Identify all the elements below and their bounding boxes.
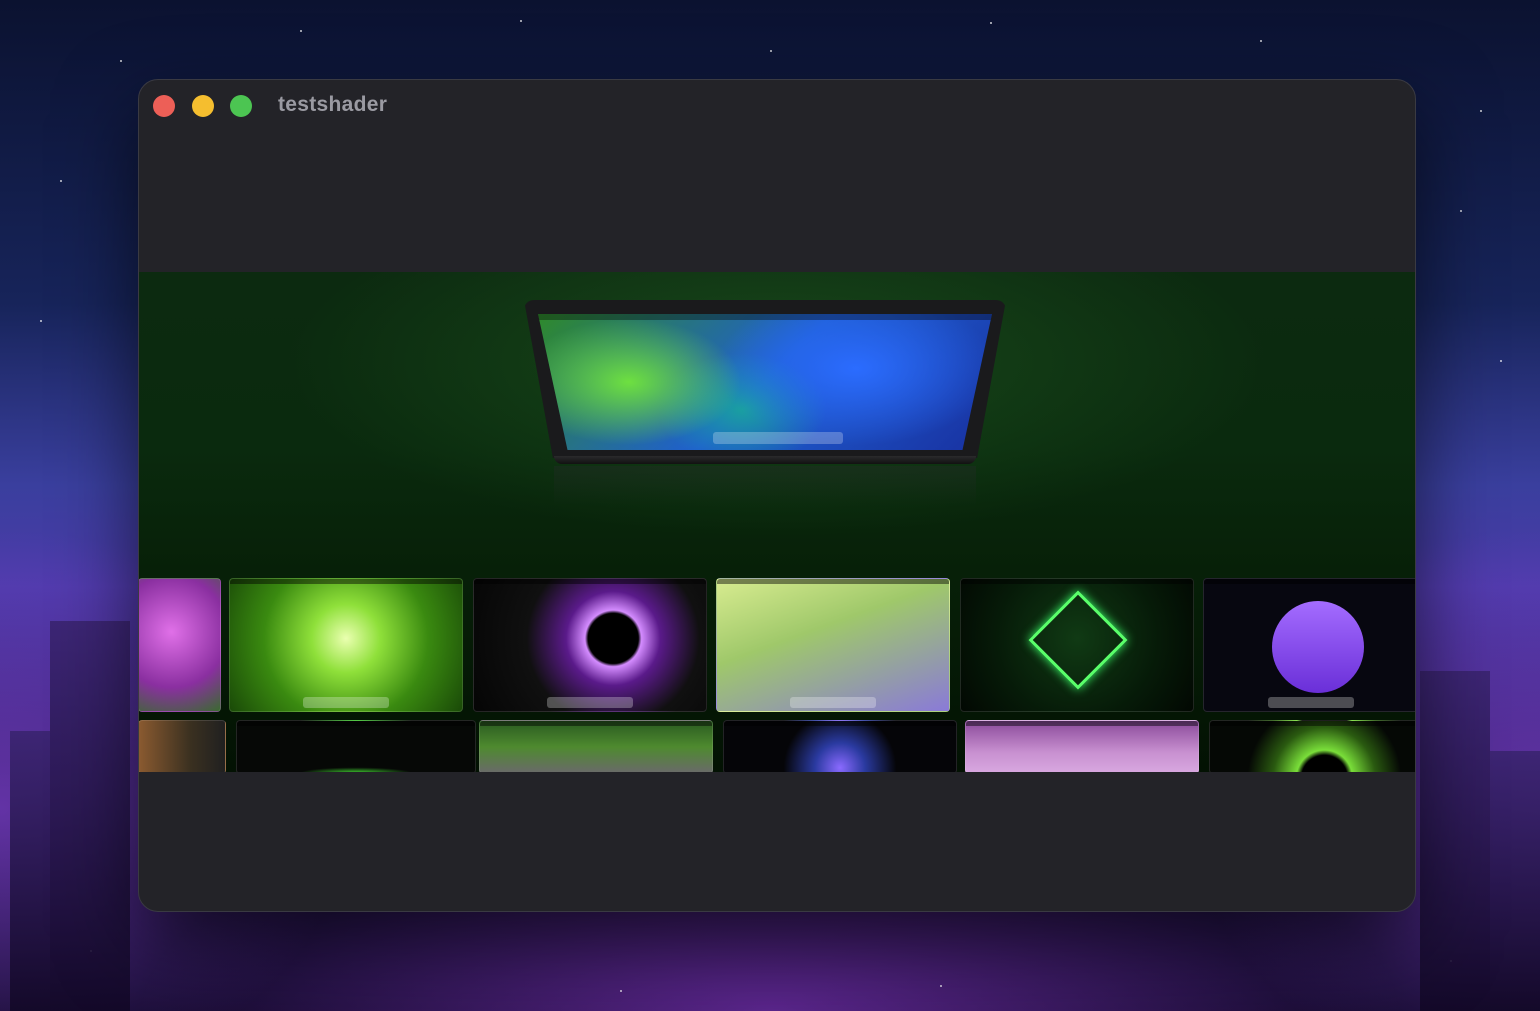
- laptop-reflection: [554, 466, 976, 506]
- thumbnail-green-eye-iris[interactable]: [1209, 720, 1415, 772]
- mini-dock: [1268, 697, 1354, 708]
- zoom-button[interactable]: [230, 95, 252, 117]
- city-building-right-2: [1490, 751, 1540, 1011]
- neon-diamond-shape: [1028, 590, 1128, 690]
- thumbnail-green-tunnel-light[interactable]: [229, 578, 463, 712]
- thumbnail-green-clouds[interactable]: [479, 720, 713, 772]
- laptop-screen-wallpaper: [538, 314, 992, 450]
- close-button[interactable]: [153, 95, 175, 117]
- titlebar[interactable]: testshader: [139, 80, 1415, 132]
- thumbnail-green-horizon[interactable]: [236, 720, 476, 772]
- preview-menubar: [538, 314, 992, 320]
- window-title: testshader: [278, 93, 388, 116]
- wallpaper-thumbnail-grid: [139, 578, 1415, 772]
- thumbnail-lime-abstract-geometry[interactable]: [716, 578, 950, 712]
- laptop-preview: [524, 300, 1008, 506]
- mini-dock: [303, 697, 389, 708]
- thumbnail-brown-fish[interactable]: [139, 720, 226, 772]
- thumbnail-purple-sun-synthwave[interactable]: [1203, 578, 1415, 712]
- minimize-button[interactable]: [192, 95, 214, 117]
- shader-preview-stage: [139, 272, 1415, 772]
- city-building-left: [50, 621, 130, 1011]
- thumbnail-purple-ringed-black-hole[interactable]: [473, 578, 707, 712]
- app-window: testshader: [138, 79, 1416, 912]
- preview-dock: [713, 432, 843, 444]
- city-building-left-2: [10, 731, 50, 1011]
- mini-dock: [547, 697, 633, 708]
- laptop-base: [554, 456, 976, 464]
- purple-sun-shape: [1272, 601, 1364, 693]
- city-building-right: [1420, 671, 1490, 1011]
- thumbnail-pink-coastline[interactable]: [965, 720, 1199, 772]
- mini-dock: [790, 697, 876, 708]
- thumbnail-purple-blossom-garden[interactable]: [139, 578, 221, 712]
- thumbnail-neon-diamond-grid[interactable]: [960, 578, 1194, 712]
- thumbnail-neon-swirl[interactable]: [723, 720, 957, 772]
